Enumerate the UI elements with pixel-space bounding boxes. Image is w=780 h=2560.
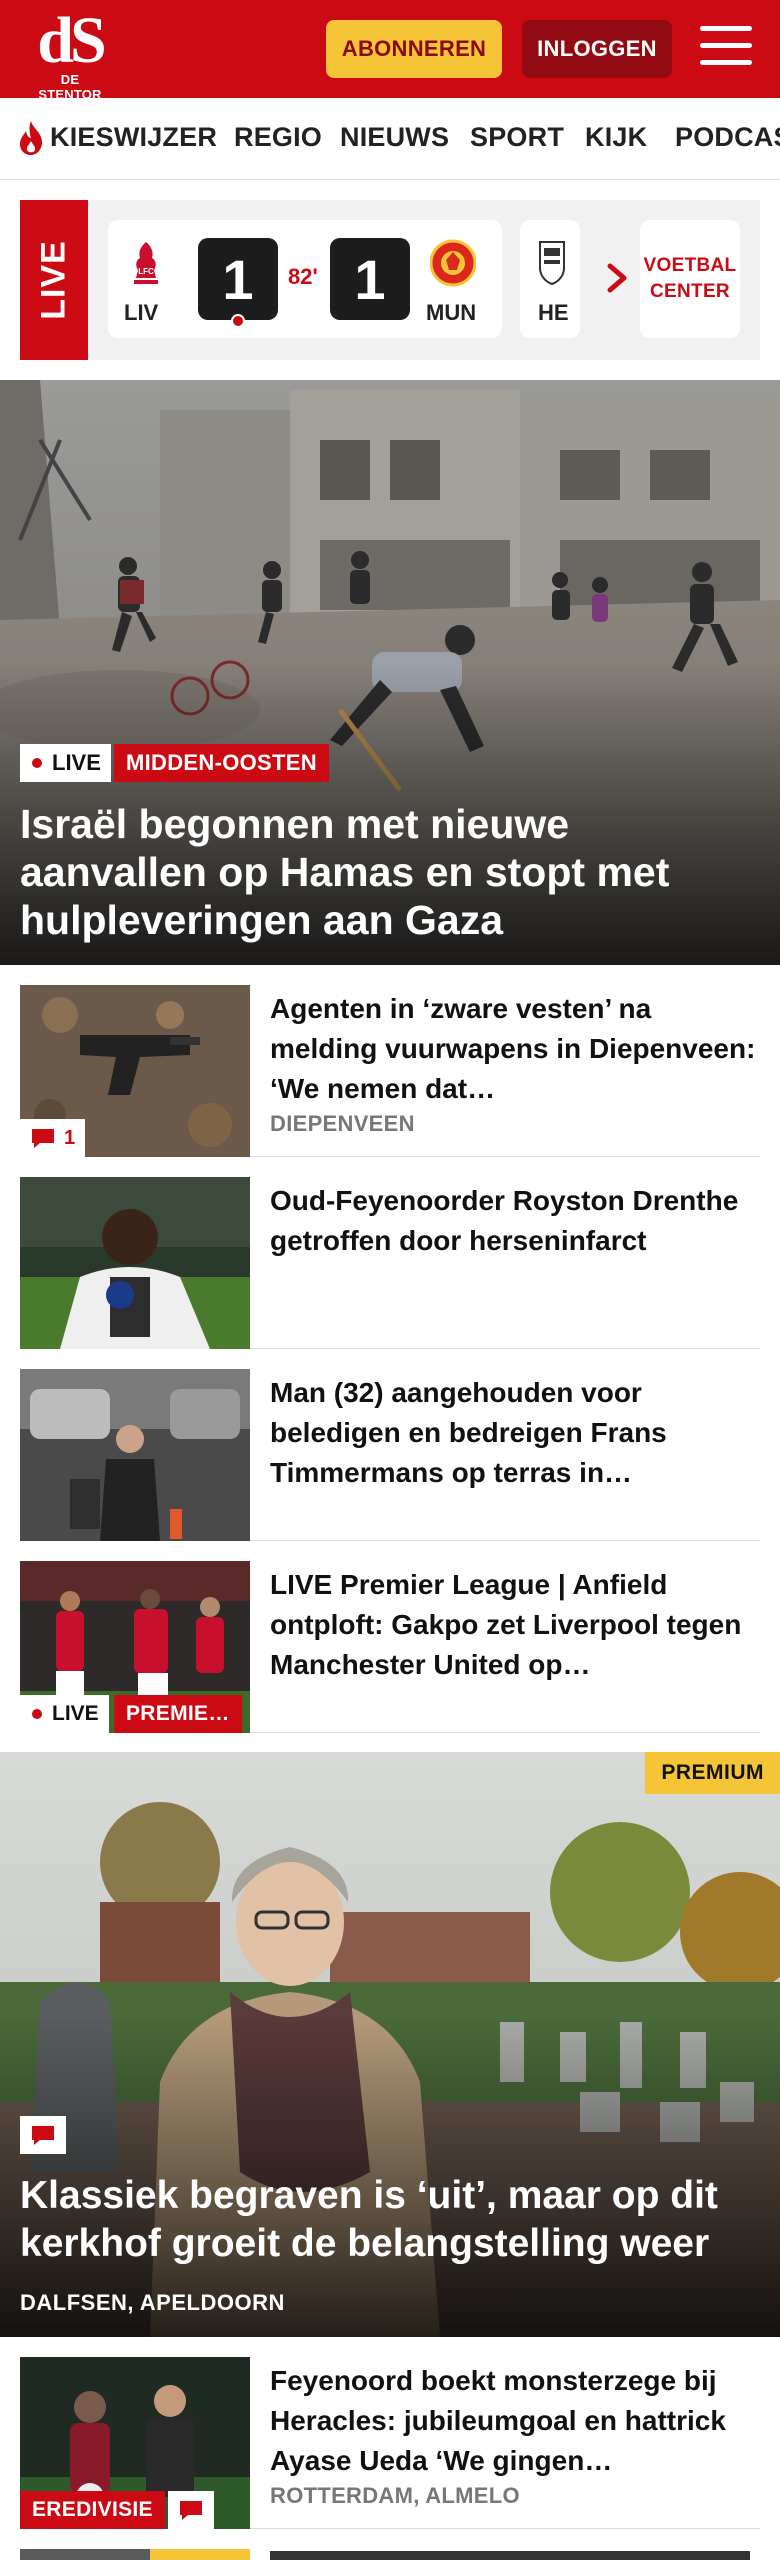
comment-count: 1 (64, 1126, 76, 1149)
list-item[interactable]: Man (32) aangehouden voor beledigen en b… (20, 1369, 760, 1541)
match-card-next[interactable]: HE (520, 220, 580, 338)
flame-icon (20, 121, 43, 155)
feature-location: DALFSEN, APELDOORN (20, 2290, 285, 2315)
article-thumbnail: LIVE PREMIE… (20, 1561, 250, 1733)
logo-mark: dS (37, 4, 106, 77)
next-team-code: HE (538, 300, 569, 325)
away-score: 1 (330, 238, 410, 320)
live-tag-label: LIVE (52, 750, 101, 775)
list-item[interactable]: 1 Agenten in ‘zware vesten’ na melding v… (20, 985, 760, 1157)
article-title[interactable]: LIVE Premier League | Anfield ontploft: … (270, 1565, 760, 1685)
comment-icon (180, 2501, 202, 2520)
category-tag: PREMIE… (114, 1695, 242, 1733)
main-nav: KIESWIJZER REGIO NIEUWS SPORT KIJK PODCA… (0, 98, 780, 180)
live-tag-label: LIVE (52, 1702, 99, 1725)
login-button[interactable]: INLOGGEN (522, 20, 672, 78)
voetbal-center-button[interactable]: VOETBAL CENTER (640, 220, 740, 338)
article-location: DIEPENVEEN (270, 1111, 415, 1136)
article-thumbnail (20, 1177, 250, 1349)
menu-icon[interactable] (700, 26, 752, 70)
comment-icon (32, 1129, 54, 1148)
article-title[interactable]: Agenten in ‘zware vesten’ na melding vuu… (270, 989, 760, 1109)
featured-article[interactable]: PREMIUM Klassiek begraven is ‘uit’, maar… (0, 1752, 780, 2337)
hero-article[interactable]: LIVE MIDDEN-OOSTEN Israël begonnen met n… (0, 380, 780, 965)
svg-text:LFC: LFC (138, 267, 154, 276)
live-tag: LIVE (20, 744, 111, 782)
list-item[interactable]: EREDIVISIE Feyenoord boekt monsterzege b… (20, 2357, 760, 2529)
nav-item-nieuws[interactable]: NIEUWS (340, 122, 449, 153)
away-team-code: MUN (426, 300, 477, 325)
match-minute: 82' (288, 264, 318, 289)
manutd-crest-icon (430, 239, 476, 287)
live-scores-bar: LIVE LFC LIV 1 82' 1 MUN HE VOETBAL CENT… (20, 200, 760, 360)
category-tag: EREDIVISIE (20, 2491, 165, 2529)
nav-item-kieswijzer[interactable]: KIESWIJZER (50, 122, 217, 153)
possession-dot (231, 314, 245, 328)
home-score: 1 (198, 238, 278, 320)
live-tab[interactable]: LIVE (20, 200, 88, 360)
article-title[interactable]: Man (32) aangehouden voor beledigen en b… (270, 1373, 760, 1493)
article-thumbnail (20, 1369, 250, 1541)
nav-item-regio[interactable]: REGIO (234, 122, 322, 153)
hero-title[interactable]: Israël begonnen met nieuwe aanvallen op … (20, 800, 760, 944)
article-title[interactable]: Feyenoord boekt monsterzege bij Heracles… (270, 2361, 760, 2481)
comment-badge (20, 2116, 66, 2154)
comment-badge (168, 2491, 214, 2529)
heracles-crest-icon (539, 241, 565, 286)
live-tag: LIVE (20, 1695, 109, 1733)
match-card[interactable]: LFC LIV 1 82' 1 MUN (108, 220, 502, 338)
comment-icon (32, 2126, 54, 2145)
article-title[interactable]: Oud-Feyenoorder Royston Drenthe getroffe… (270, 1181, 760, 1261)
list-item[interactable]: Oud-Feyenoorder Royston Drenthe getroffe… (20, 1177, 760, 1349)
premium-badge: PREMIUM (645, 1752, 780, 1794)
nav-item-kijk[interactable]: KIJK (585, 122, 647, 153)
live-label: LIVE (34, 240, 73, 320)
nav-item-sport[interactable]: SPORT (470, 122, 564, 153)
list-item[interactable]: LIVE PREMIE… LIVE Premier League | Anfie… (20, 1561, 760, 1733)
chevron-right-icon[interactable] (602, 258, 632, 298)
feature-title[interactable]: Klassiek begraven is ‘uit’, maar op dit … (20, 2172, 770, 2268)
nav-item-podcast[interactable]: PODCAST (675, 122, 780, 153)
category-tag: MIDDEN-OOSTEN (114, 744, 329, 782)
subscribe-button[interactable]: ABONNEREN (326, 20, 502, 78)
article-location: ROTTERDAM, ALMELO (270, 2483, 520, 2508)
site-logo[interactable]: dS DE STENTOR (30, 4, 110, 103)
liverpool-crest-icon: LFC (134, 242, 158, 284)
comment-badge: 1 (20, 1119, 86, 1157)
next-item-peek (20, 2548, 760, 2560)
home-team-code: LIV (124, 300, 159, 325)
article-thumbnail: EREDIVISIE (20, 2357, 250, 2529)
site-header: dS DE STENTOR ABONNEREN INLOGGEN (0, 0, 780, 103)
article-thumbnail: 1 (20, 985, 250, 1157)
